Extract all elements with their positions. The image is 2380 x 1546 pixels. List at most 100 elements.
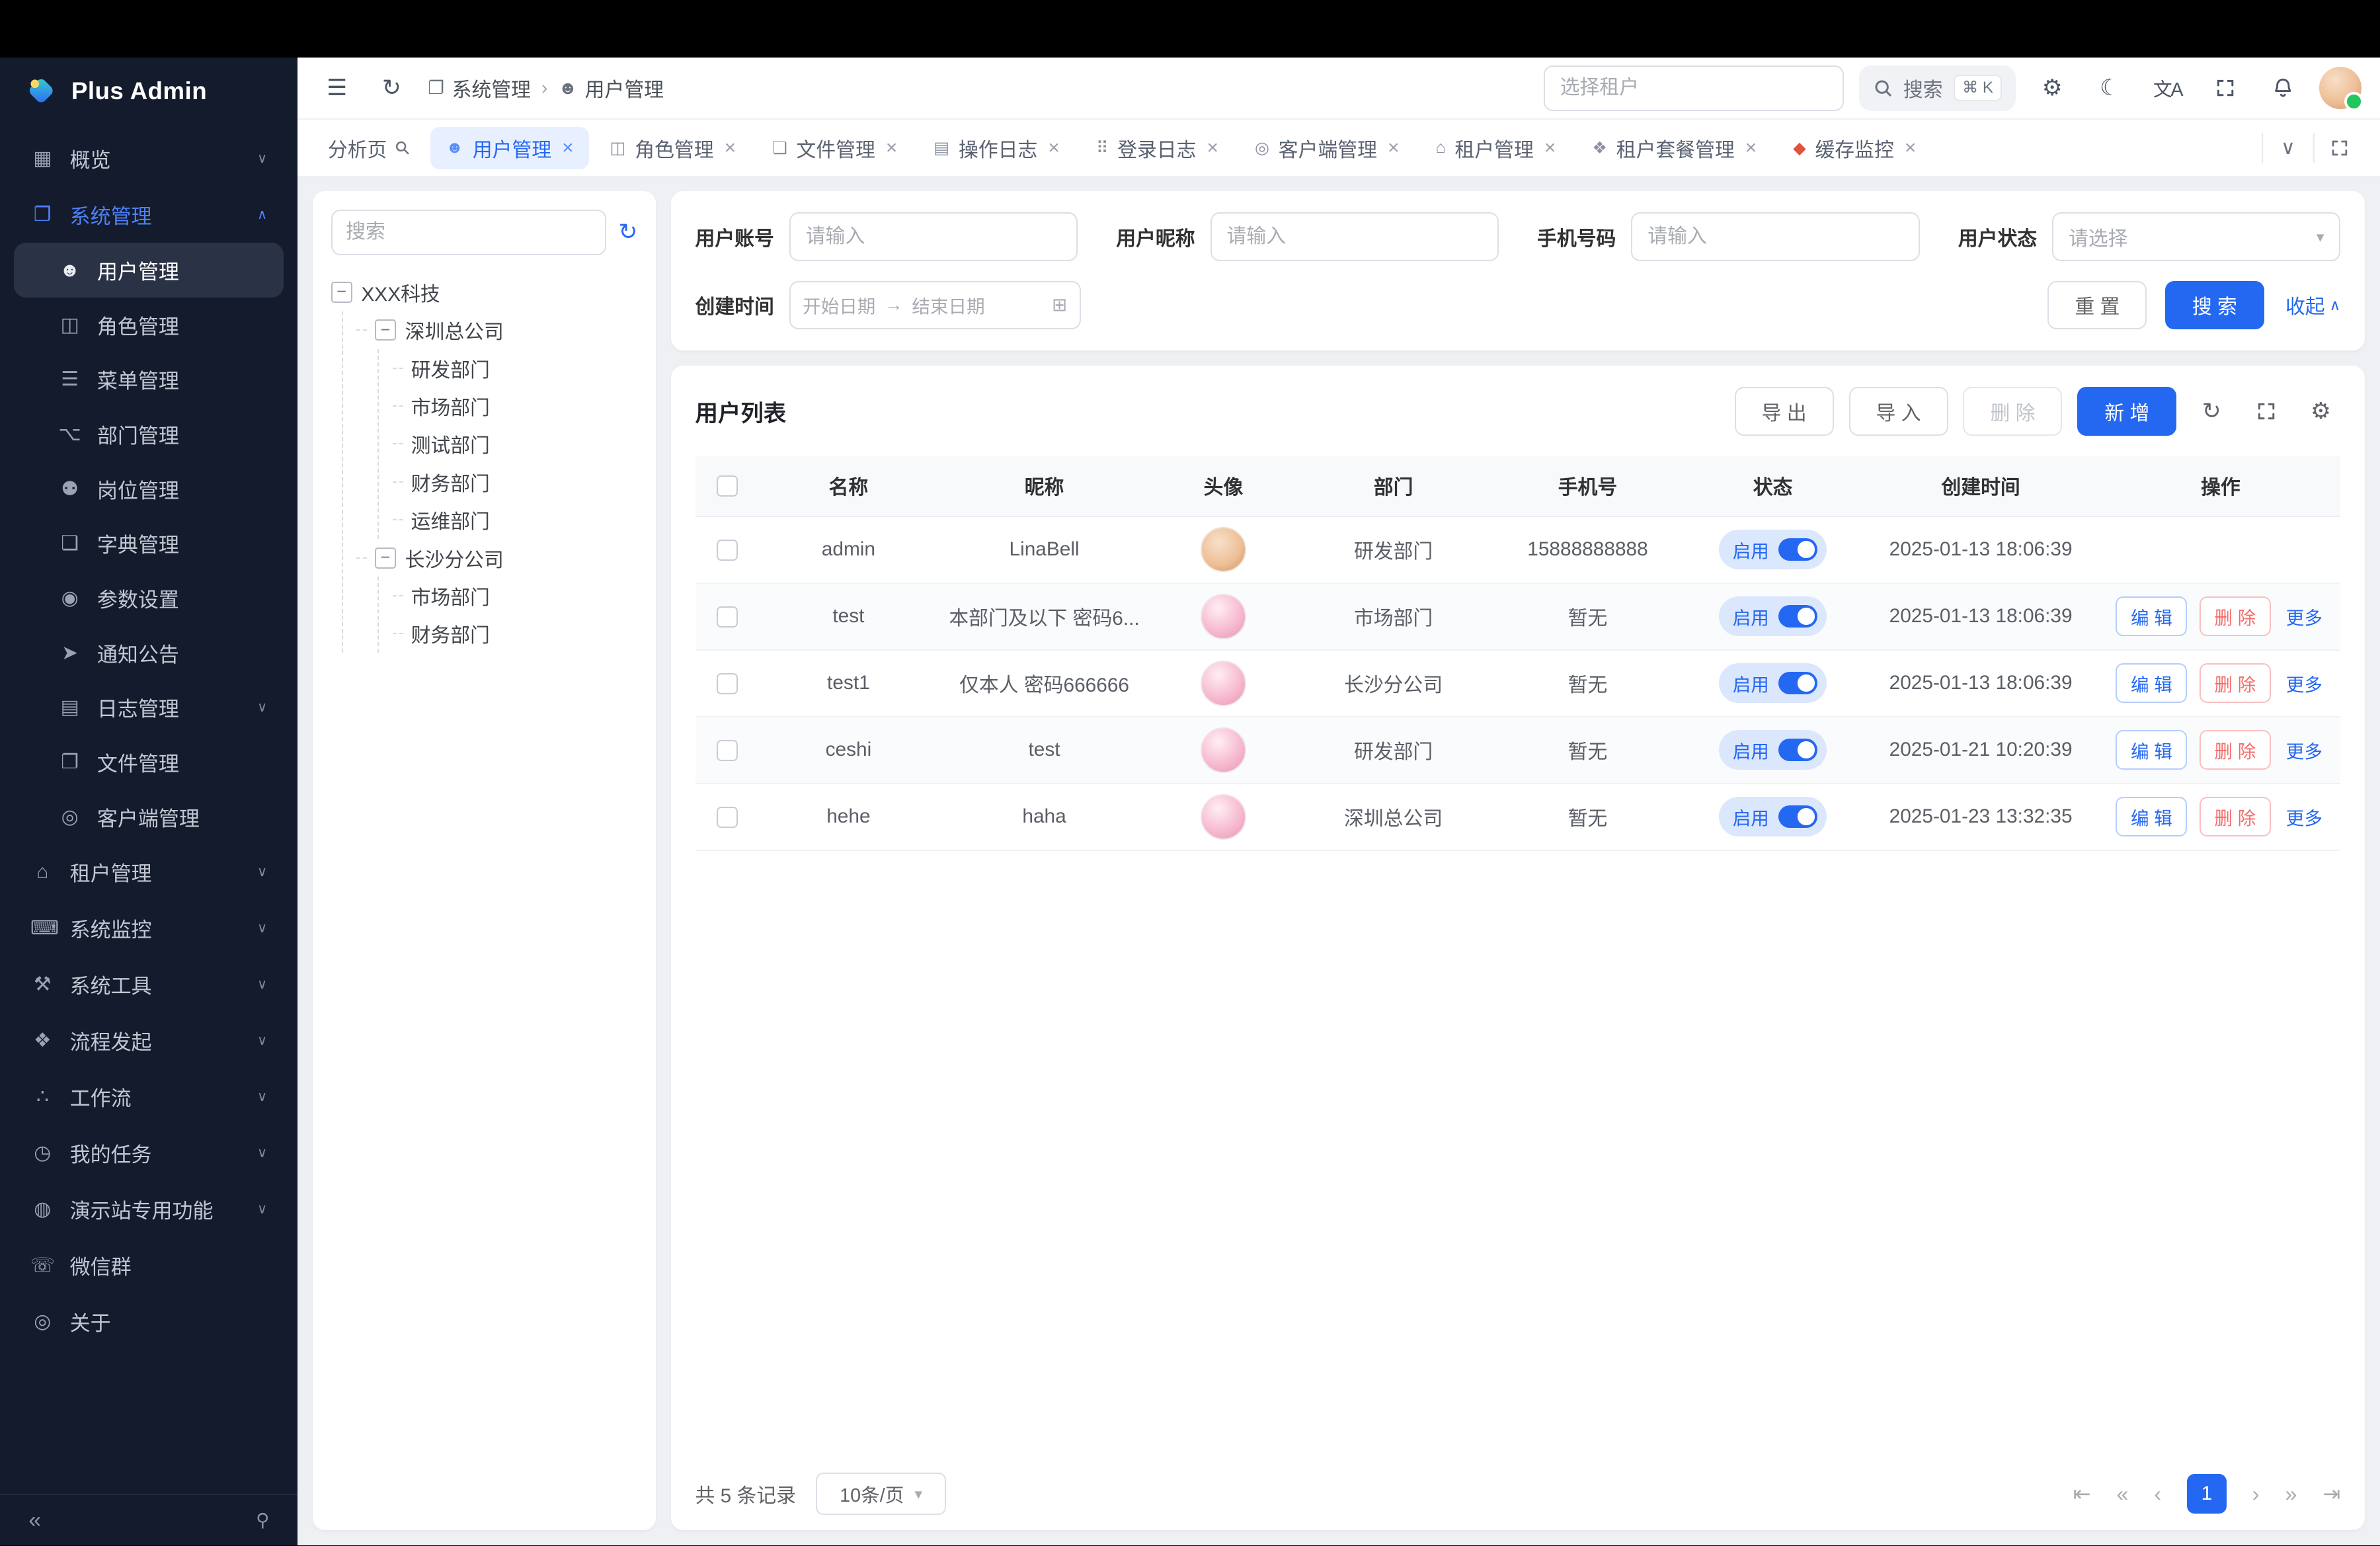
more-button[interactable]: 更多 (2283, 730, 2325, 770)
nickname-input[interactable] (1210, 212, 1499, 261)
translate-icon[interactable]: 文A (2146, 67, 2188, 109)
sidebar-item-log-mgmt[interactable]: ▤ 日志管理 ∨ (14, 680, 284, 735)
collapse-node-icon[interactable]: − (375, 319, 396, 341)
tree-leaf[interactable]: 财务部门 (393, 615, 637, 653)
sidebar-item-demo-features[interactable]: ◍ 演示站专用功能 ∨ (14, 1181, 284, 1237)
sidebar-item-system-mgmt[interactable]: ❐ 系统管理 ∧ (14, 186, 284, 243)
row-checkbox[interactable] (717, 740, 738, 761)
bell-icon[interactable] (2262, 67, 2304, 109)
delete-row-button[interactable]: 删 除 (2200, 596, 2271, 636)
tab-tenant-plan-mgmt[interactable]: ❖ 租户套餐管理 × (1577, 127, 1772, 169)
delete-row-button[interactable]: 删 除 (2200, 730, 2271, 770)
close-icon[interactable]: × (886, 137, 897, 159)
close-icon[interactable]: × (725, 137, 736, 159)
collapse-node-icon[interactable]: − (331, 282, 352, 303)
table-row[interactable]: hehe haha 深圳总公司 暂无 启用 2025-01 (695, 784, 2341, 850)
user-avatar[interactable] (2319, 67, 2361, 109)
sidebar-item-about[interactable]: ◎ 关于 (14, 1293, 284, 1350)
table-row[interactable]: test1 仅本人 密码666666 长沙分公司 暂无 启用 (695, 650, 2341, 717)
pin-sidebar-button[interactable]: ⚲ (247, 1499, 278, 1541)
tab-role-mgmt[interactable]: ◫ 角色管理 × (595, 127, 751, 169)
tree-node-root[interactable]: − XXX科技 (331, 273, 638, 311)
sidebar-item-dept-mgmt[interactable]: ⌥ 部门管理 (14, 407, 284, 462)
sidebar-item-process-start[interactable]: ❖ 流程发起 ∨ (14, 1012, 284, 1069)
row-checkbox[interactable] (717, 673, 738, 694)
close-icon[interactable]: × (1388, 137, 1399, 159)
account-input[interactable] (789, 212, 1078, 261)
sidebar-item-tenant-mgmt[interactable]: ⌂ 租户管理 ∨ (14, 844, 284, 900)
table-row[interactable]: ceshi test 研发部门 暂无 启用 2025-01 (695, 717, 2341, 784)
close-icon[interactable]: × (1544, 137, 1556, 159)
tree-search-input[interactable] (331, 210, 607, 255)
table-settings-icon[interactable]: ⚙ (2301, 390, 2341, 432)
collapse-sidebar-button[interactable]: « (20, 1499, 50, 1541)
import-button[interactable]: 导 入 (1849, 387, 1948, 435)
refresh-icon[interactable]: ↻ (370, 67, 413, 109)
search-button[interactable]: 搜 索 (2165, 281, 2264, 329)
sidebar-item-workflow[interactable]: ∴ 工作流 ∨ (14, 1069, 284, 1125)
tree-leaf[interactable]: 测试部门 (393, 425, 637, 463)
back-pages-button[interactable]: « (2116, 1482, 2128, 1506)
edit-button[interactable]: 编 辑 (2116, 663, 2187, 703)
sidebar-item-client-mgmt[interactable]: ◎ 客户端管理 (14, 790, 284, 844)
close-icon[interactable]: × (1745, 137, 1757, 159)
gear-icon[interactable]: ⚙ (2031, 67, 2073, 109)
sidebar-item-dict-mgmt[interactable]: ❏ 字典管理 (14, 516, 284, 571)
close-icon[interactable]: × (562, 137, 573, 159)
tab-user-mgmt[interactable]: ☻ 用户管理 × (430, 127, 588, 169)
tree-leaf[interactable]: 研发部门 (393, 349, 637, 387)
breadcrumb-system[interactable]: ❐ 系统管理 (428, 73, 530, 102)
sidebar-item-overview[interactable]: ▦ 概览 ∨ (14, 130, 284, 186)
pin-icon[interactable]: ⚲ (391, 136, 415, 160)
delete-row-button[interactable]: 删 除 (2200, 797, 2271, 836)
tree-leaf[interactable]: 运维部门 (393, 501, 637, 539)
tab-cache-monitor[interactable]: ◆ 缓存监控 × (1778, 127, 1931, 169)
more-button[interactable]: 更多 (2283, 596, 2325, 636)
table-fullscreen-icon[interactable] (2246, 390, 2286, 432)
collapse-filters-link[interactable]: 收起 ∧ (2285, 290, 2340, 319)
edit-button[interactable]: 编 辑 (2116, 797, 2187, 836)
tree-leaf[interactable]: 市场部门 (393, 577, 637, 614)
row-checkbox[interactable] (717, 540, 738, 561)
sidebar-item-file-mgmt[interactable]: ❐ 文件管理 (14, 735, 284, 790)
table-row[interactable]: test 本部门及以下 密码6... 市场部门 暂无 启用 (695, 583, 2341, 650)
export-button[interactable]: 导 出 (1735, 387, 1834, 435)
sidebar-item-system-tools[interactable]: ⚒ 系统工具 ∨ (14, 956, 284, 1012)
dark-mode-icon[interactable]: ☾ (2088, 67, 2131, 109)
tree-refresh-icon[interactable]: ↻ (618, 219, 637, 245)
tenant-select-input[interactable] (1544, 65, 1844, 111)
tab-analysis[interactable]: 分析页 ⚲ (313, 127, 424, 169)
content-fullscreen-icon[interactable] (2313, 133, 2365, 163)
created-daterange-picker[interactable]: 开始日期 → 结束日期 ⊞ (789, 281, 1081, 329)
delete-button[interactable]: 删 除 (1963, 387, 2062, 435)
sidebar-item-post-mgmt[interactable]: ⚉ 岗位管理 (14, 462, 284, 516)
close-icon[interactable]: × (1207, 137, 1218, 159)
add-button[interactable]: 新 增 (2077, 387, 2176, 435)
status-toggle[interactable] (1778, 605, 1818, 628)
status-toggle[interactable] (1778, 805, 1818, 828)
breadcrumb-user[interactable]: ☻ 用户管理 (558, 73, 664, 102)
status-toggle[interactable] (1778, 672, 1818, 694)
page-size-select[interactable]: 10条/页 ▾ (816, 1473, 946, 1515)
edit-button[interactable]: 编 辑 (2116, 730, 2187, 770)
tab-file-mgmt[interactable]: ❏ 文件管理 × (757, 127, 912, 169)
collapse-node-icon[interactable]: − (375, 548, 396, 569)
sidebar-item-role-mgmt[interactable]: ◫ 角色管理 (14, 298, 284, 352)
more-button[interactable]: 更多 (2283, 797, 2325, 836)
select-all-checkbox[interactable] (717, 475, 738, 497)
row-checkbox[interactable] (717, 807, 738, 828)
current-page-button[interactable]: 1 (2187, 1474, 2227, 1514)
table-row[interactable]: admin LinaBell 研发部门 15888888888 启用 (695, 516, 2341, 583)
sidebar-item-system-monitor[interactable]: ⌨ 系统监控 ∨ (14, 900, 284, 956)
sidebar-item-notice[interactable]: ➤ 通知公告 (14, 626, 284, 680)
tab-tenant-mgmt[interactable]: ⌂ 租户管理 × (1421, 127, 1571, 169)
fullscreen-icon[interactable] (2204, 67, 2246, 109)
prev-page-button[interactable]: ‹ (2154, 1482, 2161, 1506)
status-select[interactable]: 请选择 ▾ (2052, 212, 2340, 261)
sidebar-item-param-settings[interactable]: ◉ 参数设置 (14, 571, 284, 626)
sidebar-item-user-mgmt[interactable]: ☻ 用户管理 (14, 243, 284, 298)
status-toggle[interactable] (1778, 538, 1818, 561)
logo[interactable]: Plus Admin (0, 58, 298, 124)
sidebar-item-my-tasks[interactable]: ◷ 我的任务 ∨ (14, 1125, 284, 1181)
tree-leaf[interactable]: 市场部门 (393, 387, 637, 425)
